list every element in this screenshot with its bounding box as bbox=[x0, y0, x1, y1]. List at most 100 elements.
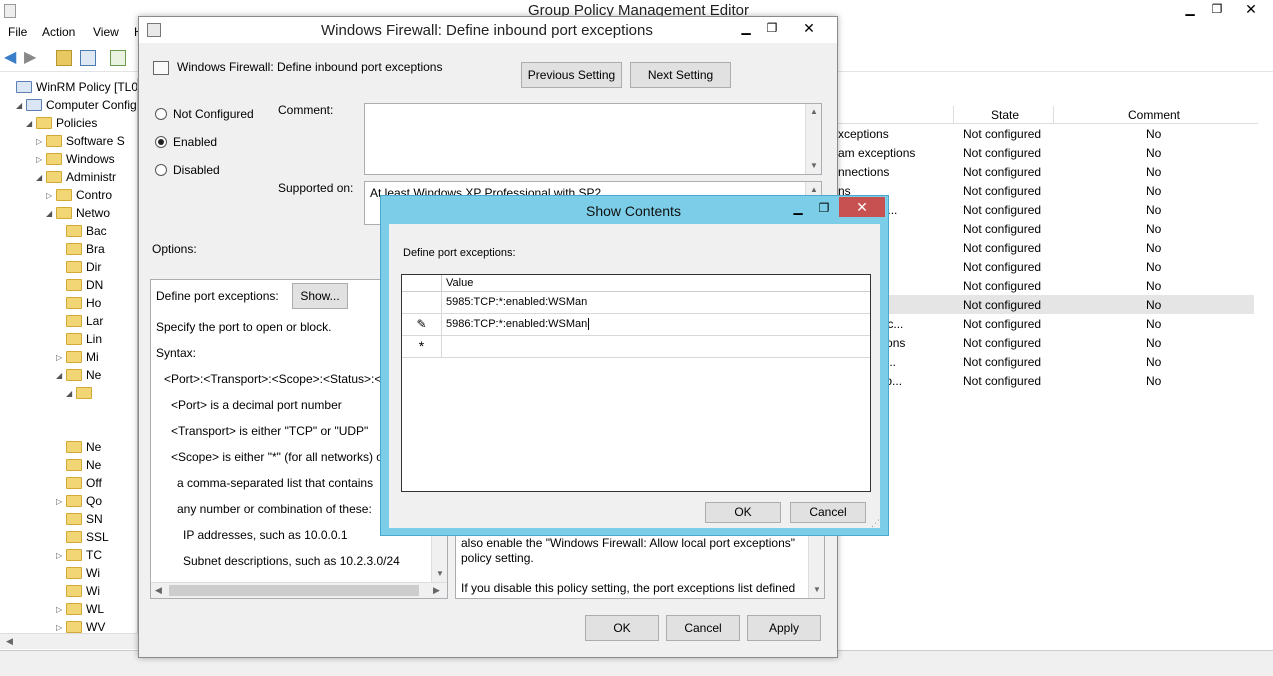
tree-item[interactable]: ◢ Administr bbox=[36, 170, 116, 188]
tree-item[interactable]: Bac bbox=[56, 224, 107, 242]
tree-item[interactable]: Lar bbox=[56, 314, 103, 332]
scroll-down-icon[interactable]: ▼ bbox=[806, 158, 822, 174]
column-header-state[interactable]: State bbox=[991, 108, 1019, 122]
setting-row[interactable]: xceptions Not configured No bbox=[838, 124, 1254, 143]
tree-item[interactable]: Wi bbox=[56, 566, 100, 584]
new-row-asterisk-icon[interactable]: * bbox=[402, 336, 442, 357]
tree-expander-icon[interactable]: ◢ bbox=[26, 119, 34, 128]
grid-cell-value-editing[interactable]: 5986:TCP:*:enabled:WSMan bbox=[446, 318, 590, 330]
setting-row[interactable]: ns Not configured No bbox=[838, 181, 1254, 200]
scroll-left-arrow-icon[interactable]: ◀ bbox=[6, 636, 13, 647]
tree-item[interactable]: ▷ Software S bbox=[36, 134, 125, 152]
policy-dialog-close-button[interactable]: ✕ bbox=[789, 20, 829, 38]
comment-scrollbar[interactable]: ▲ ▼ bbox=[805, 104, 821, 174]
tree-item[interactable]: SSL bbox=[56, 530, 109, 548]
setting-row[interactable]: Not configured No bbox=[838, 219, 1254, 238]
scrollbar-thumb[interactable] bbox=[169, 585, 419, 596]
show-contents-maximize-button[interactable]: ❐ bbox=[811, 200, 837, 218]
tree-expander-icon[interactable]: ◢ bbox=[36, 173, 44, 182]
policy-apply-button[interactable]: Apply bbox=[747, 615, 821, 641]
radio-enabled[interactable]: Enabled bbox=[155, 135, 217, 149]
setting-row[interactable]: tration exc...Not configuredNo bbox=[838, 314, 1254, 333]
grid-new-row[interactable]: * bbox=[402, 336, 870, 358]
setting-row[interactable]: am exceptions Not configured No bbox=[838, 143, 1254, 162]
tree-expander-icon[interactable]: ◢ bbox=[46, 209, 54, 218]
tree-expander-icon[interactable]: ▷ bbox=[36, 137, 44, 146]
show-contents-cancel-button[interactable]: Cancel bbox=[790, 502, 866, 523]
row-header[interactable] bbox=[402, 292, 442, 313]
setting-row[interactable]: k exceptio...Not configuredNo bbox=[838, 371, 1254, 390]
back-arrow-icon[interactable]: ◀ bbox=[4, 50, 20, 66]
setting-row[interactable]: Not configured No bbox=[838, 295, 1254, 314]
forward-arrow-icon[interactable]: ▶ bbox=[24, 50, 40, 66]
tree-item[interactable]: ◢ bbox=[66, 386, 96, 404]
setting-row[interactable]: haring ex...Not configuredNo bbox=[838, 200, 1254, 219]
radio-disabled[interactable]: Disabled bbox=[155, 163, 220, 177]
pencil-edit-icon[interactable]: ✎ bbox=[402, 314, 442, 335]
show-contents-ok-button[interactable]: OK bbox=[705, 502, 781, 523]
menu-view[interactable]: View bbox=[93, 25, 119, 39]
next-setting-button[interactable]: Next Setting bbox=[630, 62, 731, 88]
tree-item[interactable]: WinRM Policy [TL012 bbox=[6, 80, 137, 98]
tree-expander-icon[interactable]: ▷ bbox=[56, 605, 64, 614]
tree-item[interactable]: Ne bbox=[56, 440, 101, 458]
tree-item[interactable]: Ho bbox=[56, 296, 101, 314]
setting-row[interactable]: Not configured No bbox=[838, 276, 1254, 295]
tree-item[interactable]: SN bbox=[56, 512, 103, 530]
tree-item[interactable]: Wi bbox=[56, 584, 100, 602]
show-hide-tree-icon[interactable] bbox=[80, 50, 96, 66]
comment-textarea[interactable]: ▲ ▼ bbox=[364, 103, 822, 175]
tree-expander-icon[interactable]: ◢ bbox=[66, 389, 74, 398]
gpme-minimize-button[interactable]: ▁ bbox=[1176, 1, 1204, 19]
tree-item[interactable]: Lin bbox=[56, 332, 102, 350]
radio-not-configured[interactable]: Not Configured bbox=[155, 107, 254, 121]
tree-item[interactable]: Ne bbox=[56, 458, 101, 476]
show-contents-close-button[interactable]: ✕ bbox=[839, 197, 885, 217]
show-button[interactable]: Show... bbox=[292, 283, 348, 309]
gpme-close-button[interactable]: ✕ bbox=[1232, 1, 1270, 19]
setting-row[interactable]: nnections Not configured No bbox=[838, 162, 1254, 181]
scroll-up-icon[interactable]: ▲ bbox=[806, 104, 822, 120]
policy-dialog-minimize-button[interactable]: ▁ bbox=[733, 20, 759, 38]
policy-ok-button[interactable]: OK bbox=[585, 615, 659, 641]
export-list-icon[interactable] bbox=[110, 50, 126, 66]
grid-row[interactable]: ✎ 5986:TCP:*:enabled:WSMan bbox=[402, 314, 870, 336]
setting-row[interactable]: lticast or ...Not configuredNo bbox=[838, 352, 1254, 371]
tree-expander-icon[interactable]: ◢ bbox=[16, 101, 24, 110]
tree-horizontal-scrollbar[interactable]: ◀ bbox=[0, 633, 138, 649]
help-scrollbar[interactable]: ▼ bbox=[808, 528, 824, 598]
tree-item[interactable]: ▷ TC bbox=[56, 548, 102, 566]
scroll-down-icon[interactable]: ▼ bbox=[432, 566, 448, 582]
tree-item[interactable]: ◢ Netwo bbox=[46, 206, 110, 224]
tree-item[interactable]: DN bbox=[56, 278, 103, 296]
tree-item[interactable]: ▷ Qo bbox=[56, 494, 102, 512]
grid-column-value[interactable]: Value bbox=[446, 277, 473, 289]
tree-item[interactable]: ◢ Ne bbox=[56, 368, 101, 386]
tree-item[interactable]: ▷ Windows bbox=[36, 152, 115, 170]
tree-item[interactable]: ▷ WL bbox=[56, 602, 104, 620]
tree-item[interactable]: Dir bbox=[56, 260, 101, 278]
tree-item[interactable]: ▷ WV bbox=[56, 620, 105, 633]
tree-item[interactable]: Off bbox=[56, 476, 102, 494]
menu-file[interactable]: File bbox=[8, 25, 27, 39]
grid-row[interactable]: 5985:TCP:*:enabled:WSMan bbox=[402, 292, 870, 314]
up-folder-icon[interactable] bbox=[56, 50, 72, 66]
policy-dialog-maximize-button[interactable]: ❐ bbox=[759, 20, 785, 38]
setting-row[interactable]: o exceptionsNot configuredNo bbox=[838, 333, 1254, 352]
resize-grip-icon[interactable]: ⋰ bbox=[871, 518, 880, 529]
column-header-comment[interactable]: Comment bbox=[1128, 108, 1180, 122]
tree-expander-icon[interactable]: ▷ bbox=[46, 191, 54, 200]
tree-item[interactable]: ◢ Computer Config bbox=[16, 98, 137, 116]
menu-action[interactable]: Action bbox=[42, 25, 75, 39]
policy-cancel-button[interactable]: Cancel bbox=[666, 615, 740, 641]
tree-item[interactable]: ▷ Mi bbox=[56, 350, 99, 368]
gpme-maximize-button[interactable]: ❐ bbox=[1204, 1, 1230, 19]
scroll-down-icon[interactable]: ▼ bbox=[809, 582, 825, 598]
tree-expander-icon[interactable]: ▷ bbox=[56, 551, 64, 560]
options-horizontal-scrollbar[interactable]: ◀ ▶ bbox=[151, 582, 447, 598]
tree-item[interactable]: Bra bbox=[56, 242, 105, 260]
tree-expander-icon[interactable]: ▷ bbox=[56, 497, 64, 506]
tree-item[interactable]: ◢ Policies bbox=[26, 116, 97, 134]
tree-item[interactable]: ▷ Contro bbox=[46, 188, 112, 206]
tree-expander-icon[interactable]: ◢ bbox=[56, 371, 64, 380]
